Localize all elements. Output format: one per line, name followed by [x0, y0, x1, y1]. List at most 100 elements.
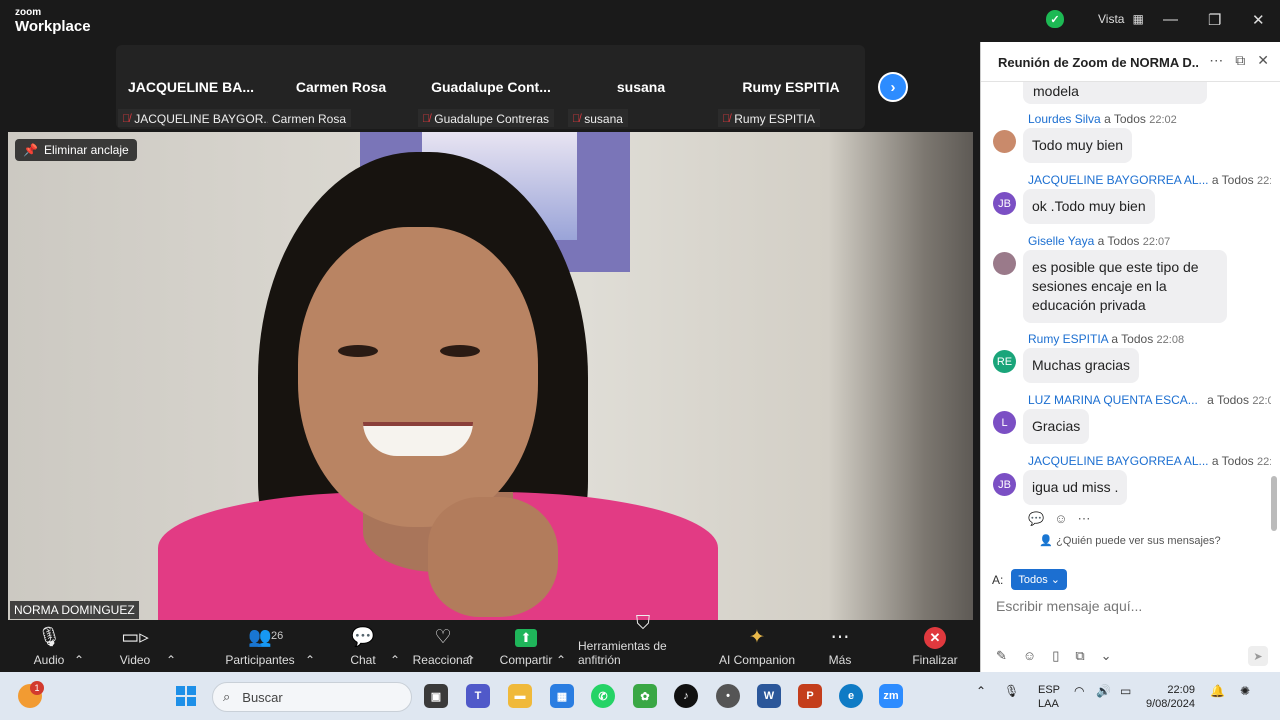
share-button[interactable]: ⬆ Compartir [496, 624, 556, 672]
battery-icon[interactable]: ▭ [1120, 684, 1131, 698]
participant-tile[interactable]: Guadalupe Cont... 🎙̸ Guadalupe Contreras [416, 45, 566, 129]
ai-companion-button[interactable]: ✦ AI Companion [718, 624, 796, 672]
zoom-logo: zoom Workplace [15, 7, 91, 35]
word-icon[interactable]: W [757, 684, 781, 708]
audio-button[interactable]: 🎙 Audio [30, 624, 68, 672]
participant-big-name: Rumy ESPITIA [742, 79, 840, 95]
recipient: a Todos [1207, 393, 1249, 407]
recipient: a Todos [1211, 173, 1254, 187]
participant-name-tag: 🎙̸ JACQUELINE BAYGOR... [118, 109, 279, 127]
zoom-icon[interactable]: zm [879, 684, 903, 708]
logo-small: zoom [15, 7, 42, 18]
screenshot-icon[interactable]: ⧉ [1075, 648, 1084, 664]
sender-name: Rumy ESPITIA [1028, 332, 1109, 346]
copilot-icon[interactable]: ✺ [1240, 684, 1250, 698]
audio-caret-icon[interactable]: ⌃ [74, 624, 84, 672]
tray-mic-icon[interactable]: 🎙 [1004, 684, 1019, 698]
end-icon: ✕ [924, 627, 946, 649]
video-button[interactable]: ▭▹ Video [115, 624, 155, 672]
close-icon[interactable]: ✕ [1257, 52, 1269, 69]
react-caret-icon[interactable]: ⌃ [465, 624, 475, 672]
windows-start-icon[interactable] [176, 686, 196, 706]
teams-icon[interactable]: T [466, 684, 490, 708]
volume-icon[interactable]: 🔊 [1096, 684, 1111, 698]
message-input[interactable]: Escribir mensaje aquí... [996, 598, 1142, 614]
recipient-dropdown[interactable]: Todos ⌄ [1011, 569, 1067, 590]
close-icon[interactable]: ✕ [1252, 11, 1265, 29]
calendar-icon[interactable]: ▦ [550, 684, 574, 708]
message-text: ok .Todo muy bien [1023, 189, 1155, 224]
powerpoint-icon[interactable]: P [798, 684, 822, 708]
restore-icon[interactable]: ❐ [1208, 11, 1221, 29]
chat-header: Reunión de Zoom de NORMA D... ⋯ ⧉ ✕ [981, 42, 1280, 82]
minimize-icon[interactable]: — [1163, 11, 1178, 28]
lang-primary: ESP [1038, 684, 1061, 696]
recipient: a Todos [1097, 234, 1140, 248]
emoji-react-icon[interactable]: ☺ [1054, 511, 1067, 527]
pin-icon: 📌 [23, 143, 38, 157]
edge-icon[interactable]: e [839, 684, 863, 708]
speaker-eye [338, 345, 378, 357]
more-button[interactable]: ⋯ Más [822, 624, 858, 672]
avatar: JB [993, 473, 1016, 496]
more-icon: ⋯ [830, 627, 850, 648]
message-list[interactable]: modela Lourdes Silva a Todos 22:02 Todo … [981, 82, 1271, 532]
unpin-label: Eliminar anclaje [43, 143, 129, 157]
video-caret-icon[interactable]: ⌃ [166, 624, 176, 672]
file-explorer-icon[interactable]: ▬ [508, 684, 532, 708]
share-screen-icon: ⬆ [515, 629, 537, 647]
end-meeting-button[interactable]: ✕ Finalizar [910, 624, 960, 672]
participants-button[interactable]: 👥 26 Participantes [225, 624, 295, 672]
participant-tile[interactable]: Rumy ESPITIA 🎙̸ Rumy ESPITIA [716, 45, 866, 129]
sparkle-icon: ✦ [749, 627, 765, 648]
participant-tile[interactable]: Carmen Rosa Carmen Rosa [266, 45, 416, 129]
send-icon: ➤ [1253, 650, 1263, 663]
unpin-button[interactable]: 📌 Eliminar anclaje [15, 139, 137, 161]
chevron-down-icon[interactable]: ⌄ [1101, 648, 1112, 664]
avatar [993, 252, 1016, 275]
chat-caret-icon[interactable]: ⌃ [390, 624, 400, 672]
message-text: igua ud miss . [1023, 470, 1128, 505]
language-indicator[interactable]: ESP LAA [1038, 683, 1060, 711]
tiktok-icon[interactable]: ♪ [674, 684, 698, 708]
wifi-icon[interactable]: ◠ [1074, 684, 1084, 698]
participant-tile[interactable]: JACQUELINE BA... 🎙̸ JACQUELINE BAYGOR... [116, 45, 279, 129]
reply-icon[interactable]: 💬 [1028, 511, 1044, 527]
more-options-icon[interactable]: ⋯ [1209, 52, 1223, 69]
file-icon[interactable]: ▯ [1052, 648, 1059, 664]
recipient-row: A: Todos ⌄ [992, 569, 1067, 590]
share-label: Compartir [499, 653, 553, 667]
whatsapp-icon[interactable]: ✆ [591, 684, 615, 708]
chat-button[interactable]: 💬 Chat [345, 624, 381, 672]
participant-big-name: JACQUELINE BA... [127, 79, 254, 95]
app-icon[interactable]: • [716, 684, 740, 708]
green-app-icon[interactable]: ✿ [633, 684, 657, 708]
chat-tools: ✎ ☺ ▯ ⧉ ⌄ [996, 648, 1112, 664]
taskbar-search[interactable]: ⌕ Buscar [212, 682, 412, 712]
participant-name: Guadalupe Contreras [434, 112, 549, 126]
participants-label: Participantes [225, 653, 295, 667]
avatar: L [993, 411, 1016, 434]
host-tools-button[interactable]: ⛉ Herramientas de anfitrión [578, 614, 708, 672]
participant-tile[interactable]: susana 🎙̸ susana [566, 45, 716, 129]
heart-icon: ♡ [434, 627, 452, 648]
who-can-see-link[interactable]: 👤 ¿Quién puede ver sus mensajes? [980, 534, 1280, 547]
more-icon[interactable]: ⋯ [1077, 511, 1090, 527]
gallery-next-button[interactable]: › [878, 72, 908, 102]
participants-caret-icon[interactable]: ⌃ [305, 624, 315, 672]
popout-icon[interactable]: ⧉ [1235, 52, 1245, 69]
taskbar-clock[interactable]: 22:09 9/08/2024 [1146, 683, 1195, 711]
notification-bell-icon[interactable]: 🔔 [1210, 684, 1225, 698]
tray-chevron-icon[interactable]: ⌃ [976, 684, 986, 698]
format-icon[interactable]: ✎ [996, 648, 1007, 664]
host-tools-label: Herramientas de anfitrión [578, 639, 667, 667]
task-view-icon[interactable]: ▣ [424, 684, 448, 708]
emoji-icon[interactable]: ☺ [1023, 648, 1036, 664]
send-button[interactable]: ➤ [1248, 646, 1268, 666]
timestamp: 22:02 [1149, 114, 1177, 126]
participant-name-tag: Carmen Rosa [268, 109, 352, 127]
chat-scrollbar[interactable] [1271, 476, 1277, 531]
share-caret-icon[interactable]: ⌃ [556, 624, 566, 672]
view-button[interactable]: ✓ Vista ▦ [1046, 10, 1144, 28]
ai-companion-label: AI Companion [718, 653, 796, 667]
